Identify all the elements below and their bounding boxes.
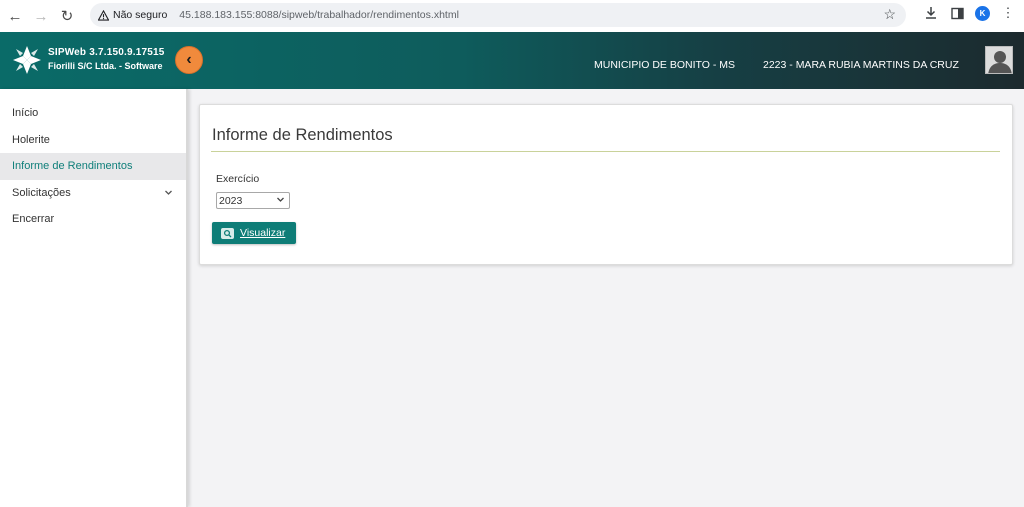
reload-icon[interactable]: ↻ bbox=[56, 5, 78, 27]
sidebar-item-label: Holerite bbox=[12, 133, 50, 146]
exercicio-select[interactable]: 2023 bbox=[216, 192, 290, 209]
chevron-down-icon bbox=[164, 188, 173, 199]
sidebar: Início Holerite Informe de Rendimentos S… bbox=[0, 89, 188, 507]
url-text: 45.188.183.155:8088/sipweb/trabalhador/r… bbox=[179, 9, 459, 21]
kebab-menu-icon[interactable]: ⋮ bbox=[1000, 5, 1016, 21]
back-arrow-icon[interactable]: ← bbox=[4, 5, 26, 27]
sidebar-item-label: Encerrar bbox=[12, 213, 55, 226]
user-silhouette-icon bbox=[986, 47, 1012, 73]
company-name: Fiorilli S/C Ltda. - Software bbox=[48, 61, 163, 71]
download-icon[interactable] bbox=[923, 5, 939, 21]
visualizar-label: Visualizar bbox=[240, 227, 286, 239]
page-title: Informe de Rendimentos bbox=[212, 126, 393, 144]
visualizar-button[interactable]: Visualizar bbox=[212, 222, 296, 244]
browser-toolbar: ← → ↻ Não seguro 45.188.183.155:8088/sip… bbox=[0, 0, 1024, 32]
warning-triangle-icon bbox=[98, 9, 109, 21]
sidebar-item-holerite[interactable]: Holerite bbox=[0, 127, 186, 154]
user-avatar[interactable] bbox=[985, 46, 1013, 74]
organization-name: MUNICIPIO DE BONITO - MS bbox=[594, 59, 735, 71]
sidebar-item-informe-de-rendimentos[interactable]: Informe de Rendimentos bbox=[0, 153, 186, 180]
sidebar-item-label: Solicitações bbox=[12, 186, 71, 199]
profile-avatar[interactable]: K bbox=[975, 5, 990, 21]
chevron-down-icon bbox=[276, 195, 285, 206]
sidebar-item-label: Informe de Rendimentos bbox=[12, 160, 133, 173]
user-name: 2223 - MARA RUBIA MARTINS DA CRUZ bbox=[763, 59, 959, 71]
address-bar[interactable]: Não seguro 45.188.183.155:8088/sipweb/tr… bbox=[90, 3, 906, 27]
chevron-left-icon: ‹ bbox=[186, 51, 192, 68]
app-header: SIPWeb 3.7.150.9.17515 Fiorilli S/C Ltda… bbox=[0, 32, 1024, 89]
exercicio-selected-value: 2023 bbox=[219, 194, 243, 207]
side-panel-icon[interactable] bbox=[949, 5, 965, 21]
sipweb-logo-icon bbox=[13, 46, 41, 74]
forward-arrow-icon[interactable]: → bbox=[30, 5, 52, 27]
sidebar-item-encerrar[interactable]: Encerrar bbox=[0, 206, 186, 233]
brand-block: SIPWeb 3.7.150.9.17515 Fiorilli S/C Ltda… bbox=[48, 47, 165, 71]
search-icon bbox=[221, 227, 234, 239]
sidebar-item-label: Início bbox=[12, 107, 39, 120]
sidebar-item-inicio[interactable]: Início bbox=[0, 100, 186, 127]
collapse-sidebar-button[interactable]: ‹ bbox=[175, 46, 203, 74]
sidebar-item-solicitacoes[interactable]: Solicitações bbox=[0, 180, 186, 207]
rendimentos-card: Informe de Rendimentos Exercício 2023 Vi… bbox=[199, 104, 1013, 265]
bookmark-star-icon[interactable]: ☆ bbox=[883, 6, 896, 23]
security-indicator[interactable]: Não seguro bbox=[98, 9, 167, 21]
app-name-version: SIPWeb 3.7.150.9.17515 bbox=[48, 47, 165, 58]
exercicio-label: Exercício bbox=[216, 173, 260, 185]
security-label: Não seguro bbox=[113, 9, 168, 21]
title-divider bbox=[211, 151, 1000, 152]
